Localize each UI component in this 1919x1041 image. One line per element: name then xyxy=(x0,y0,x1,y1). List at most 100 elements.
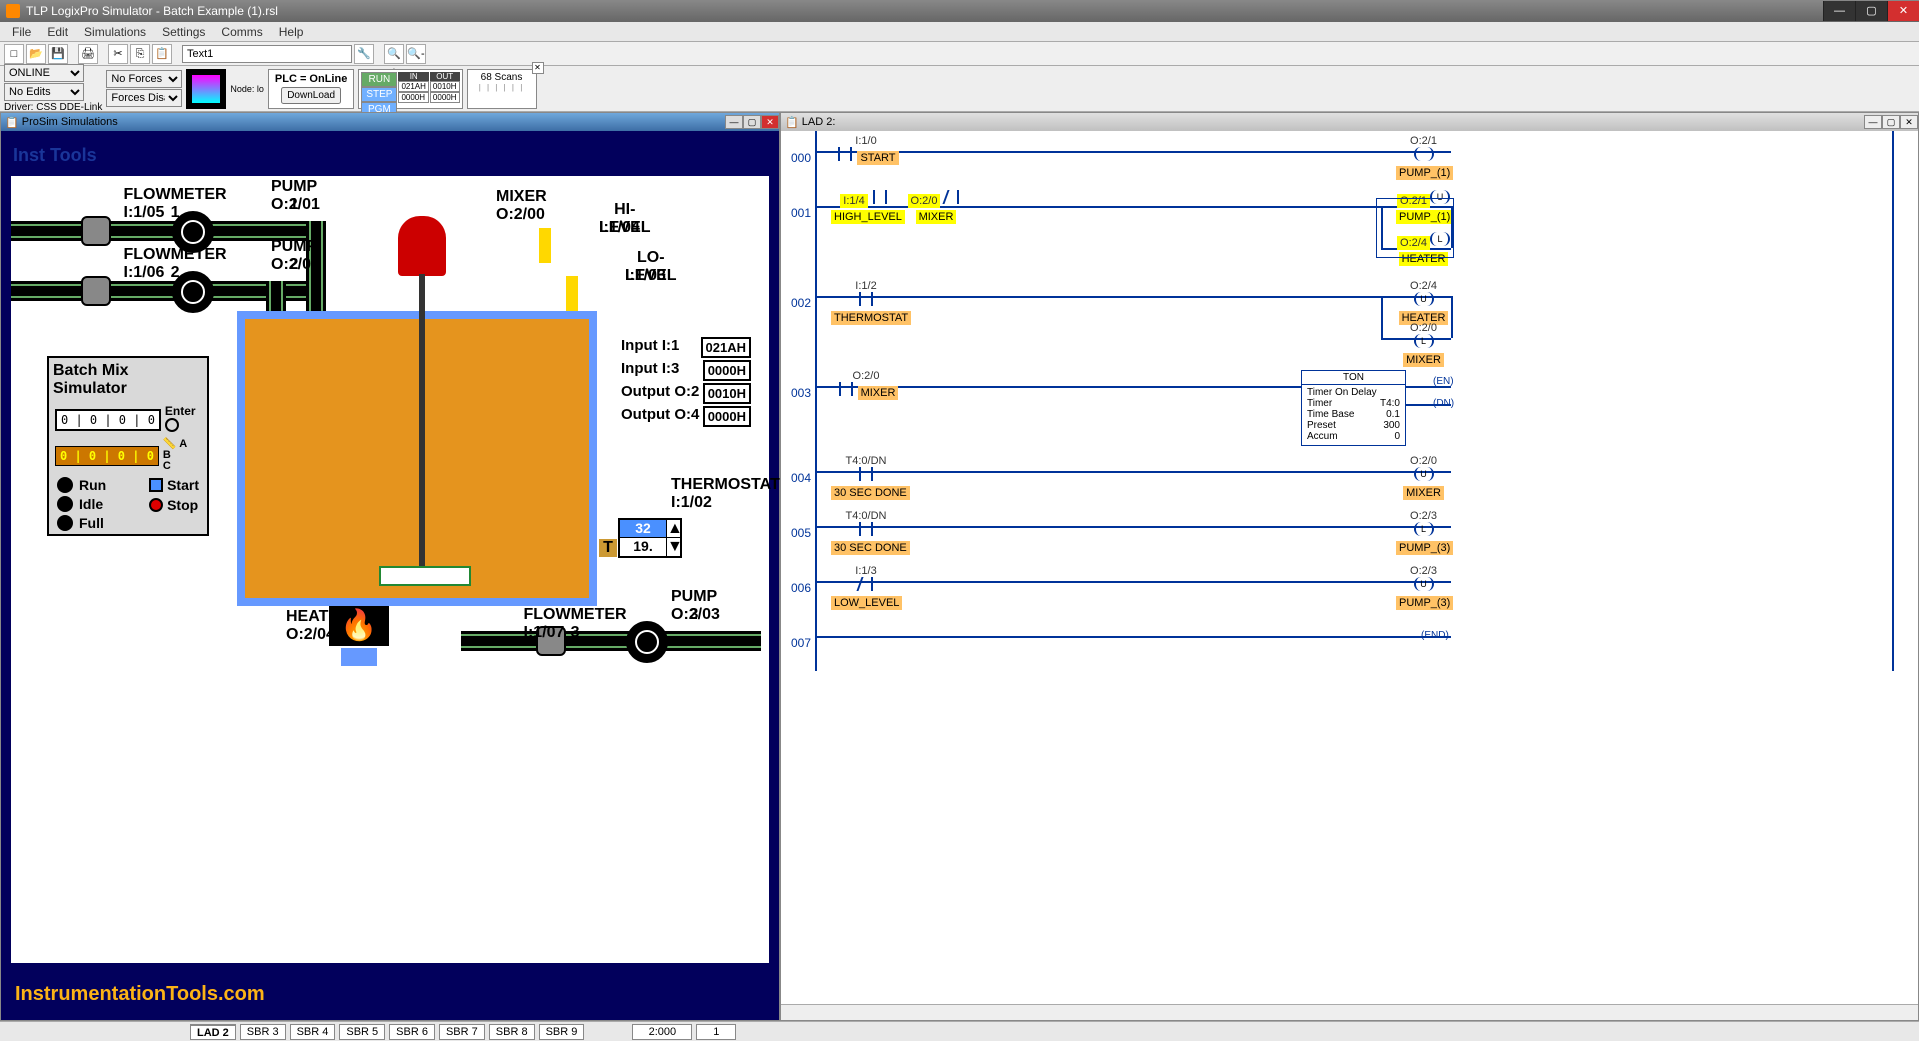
tab-sbr5[interactable]: SBR 5 xyxy=(339,1024,385,1040)
rung-001[interactable]: 001I:1/4HIGH_LEVELO:2/0MIXERO:2/1UPUMP_(… xyxy=(781,186,1918,276)
hi-level-label: HI-LEVELI:1/04 xyxy=(559,201,639,219)
menu-comms[interactable]: Comms xyxy=(213,23,270,41)
prosim-footer: InstrumentationTools.com xyxy=(1,973,779,1020)
mixer-icon xyxy=(398,216,446,276)
thermostat-control[interactable]: 32▲ 19.▼ xyxy=(618,518,682,558)
rung-003[interactable]: 003O:2/0MIXER TON Timer On Delay TimerT4… xyxy=(781,366,1918,451)
output-o2-value: 0010H xyxy=(703,383,751,404)
tab-sbr7[interactable]: SBR 7 xyxy=(439,1024,485,1040)
print-button[interactable]: 🖨 xyxy=(78,44,98,64)
tab-sbr6[interactable]: SBR 6 xyxy=(389,1024,435,1040)
ladder-titlebar: 📋 LAD 2: — ▢ ✕ xyxy=(781,113,1918,131)
statusbar: LAD 2 SBR 3 SBR 4 SBR 5 SBR 6 SBR 7 SBR … xyxy=(0,1021,1919,1041)
zoom-in-button[interactable]: 🔍+ xyxy=(384,44,404,64)
out-value-2: 0000H xyxy=(430,92,460,103)
forces-disabled-select[interactable]: Forces Disabled xyxy=(106,89,182,107)
window-titlebar: TLP LogixPro Simulator - Batch Example (… xyxy=(0,0,1919,22)
mixer-shaft-icon xyxy=(419,274,425,579)
scans-box: ✕ 68 Scans | | | | | | xyxy=(467,69,537,109)
menubar: File Edit Simulations Settings Comms Hel… xyxy=(0,22,1919,42)
ladder-maximize[interactable]: ▢ xyxy=(1882,115,1900,129)
flowmeter-1-label: FLOWMETER 1I:1/05 xyxy=(66,186,181,204)
pump-1-label: PUMP 1O:2/01 xyxy=(231,178,311,196)
status-addr: 2:000 xyxy=(632,1024,692,1040)
toolbar: □ 📂 💾 🖨 ✂ ⎘ 📋 🔧 🔍+ 🔍- xyxy=(0,42,1919,66)
lo-level-label: LO-LEVELI:1/03 xyxy=(585,249,665,267)
hi-level-sensor-icon xyxy=(539,228,551,263)
rung-000[interactable]: 000I:1/0STARTO:2/1PUMP_(1) xyxy=(781,131,1918,186)
new-button[interactable]: □ xyxy=(4,44,24,64)
tab-sbr3[interactable]: SBR 3 xyxy=(240,1024,286,1040)
thermostat-label: THERMOSTATI:1/02 xyxy=(611,476,731,494)
ladder-close[interactable]: ✕ xyxy=(1900,115,1918,129)
mode-select[interactable]: ONLINE xyxy=(4,64,84,82)
flowmeter-2-icon xyxy=(81,276,111,306)
stop-button[interactable] xyxy=(149,498,163,512)
batch-mix-panel: Batch Mix Simulator 0 | 0 | 0 | 0 Enter … xyxy=(47,356,209,536)
paste-button[interactable]: 📋 xyxy=(152,44,172,64)
scans-close[interactable]: ✕ xyxy=(532,62,544,74)
menu-file[interactable]: File xyxy=(4,23,39,41)
rung-006[interactable]: 006I:1/3LOW_LEVELO:2/3UPUMP_(3) xyxy=(781,561,1918,616)
mixer-label: MIXERO:2/00 xyxy=(456,188,536,206)
search-input[interactable] xyxy=(182,45,352,63)
heater-label: HEATERO:2/04 xyxy=(246,608,326,626)
flowmeter-1-icon xyxy=(81,216,111,246)
tab-sbr4[interactable]: SBR 4 xyxy=(290,1024,336,1040)
mixer-blade-icon xyxy=(379,566,471,586)
open-button[interactable]: 📂 xyxy=(26,44,46,64)
menu-help[interactable]: Help xyxy=(271,23,312,41)
output-o4-value: 0000H xyxy=(703,406,751,427)
flowmeter-2-label: FLOWMETER 2I:1/06 xyxy=(66,246,181,264)
ladder-icon[interactable] xyxy=(186,69,226,109)
rung-002[interactable]: 002I:1/2THERMOSTATO:2/4UHEATERO:2/0LMIXE… xyxy=(781,276,1918,366)
flowmeter-3-label: FLOWMETER 3I:1/07 xyxy=(466,606,581,624)
window-maximize[interactable]: ▢ xyxy=(1855,1,1887,21)
abc-switch[interactable]: 📏 A B C xyxy=(163,439,187,472)
pump-3-icon xyxy=(626,621,668,663)
start-button[interactable] xyxy=(149,478,163,492)
tab-sbr9[interactable]: SBR 9 xyxy=(539,1024,585,1040)
prosim-minimize[interactable]: — xyxy=(725,115,743,129)
forces-select[interactable]: No Forces xyxy=(106,70,182,88)
tab-sbr8[interactable]: SBR 8 xyxy=(489,1024,535,1040)
tab-lad2[interactable]: LAD 2 xyxy=(190,1024,236,1040)
in-value: 021AH xyxy=(398,81,428,92)
step-mode[interactable]: STEP xyxy=(361,87,397,102)
input-i3-value: 0000H xyxy=(703,360,751,381)
lo-level-sensor-icon xyxy=(566,276,578,311)
tool-button[interactable]: 🔧 xyxy=(354,44,374,64)
prosim-maximize[interactable]: ▢ xyxy=(743,115,761,129)
thermo-up-icon[interactable]: ▲ xyxy=(666,520,680,537)
cut-button[interactable]: ✂ xyxy=(108,44,128,64)
zoom-out-button[interactable]: 🔍- xyxy=(406,44,426,64)
ladder-canvas[interactable]: 000I:1/0STARTO:2/1PUMP_(1)001I:1/4HIGH_L… xyxy=(781,131,1918,1004)
rung-004[interactable]: 004T4:0/DN30 SEC DONEO:2/0UMIXER xyxy=(781,451,1918,506)
menu-edit[interactable]: Edit xyxy=(39,23,76,41)
pump-2-label: PUMP 2O:2/02 xyxy=(231,238,311,256)
run-mode[interactable]: RUN xyxy=(361,72,397,87)
window-minimize[interactable]: — xyxy=(1823,1,1855,21)
prosim-titlebar: 📋 ProSim Simulations — ▢ ✕ xyxy=(1,113,779,131)
ladder-hscroll[interactable] xyxy=(781,1005,1918,1020)
edits-select[interactable]: No Edits xyxy=(4,83,84,101)
rung-005[interactable]: 005T4:0/DN30 SEC DONEO:2/3LPUMP_(3) xyxy=(781,506,1918,561)
enter-button[interactable] xyxy=(165,418,179,432)
ladder-minimize[interactable]: — xyxy=(1864,115,1882,129)
save-button[interactable]: 💾 xyxy=(48,44,68,64)
input-i1-value: 021AH xyxy=(701,337,751,358)
copy-button[interactable]: ⎘ xyxy=(130,44,150,64)
full-indicator xyxy=(57,515,73,531)
menu-simulations[interactable]: Simulations xyxy=(76,23,154,41)
controlbar: ONLINE No Edits Driver: CSS DDE-Link No … xyxy=(0,66,1919,112)
thermo-down-icon[interactable]: ▼ xyxy=(666,538,680,556)
rung-007[interactable]: 007(END) xyxy=(781,616,1918,671)
window-close[interactable]: ✕ xyxy=(1887,1,1919,21)
menu-settings[interactable]: Settings xyxy=(154,23,213,41)
download-button[interactable]: DownLoad xyxy=(281,87,341,104)
flame-icon: 🔥 xyxy=(329,606,389,646)
prosim-window: 📋 ProSim Simulations — ▢ ✕ Inst Tools FL… xyxy=(0,112,780,1021)
prosim-close[interactable]: ✕ xyxy=(761,115,779,129)
in-label: IN xyxy=(398,72,428,81)
io-panel: Input I:1021AH Input I:30000H Output O:2… xyxy=(621,337,751,427)
